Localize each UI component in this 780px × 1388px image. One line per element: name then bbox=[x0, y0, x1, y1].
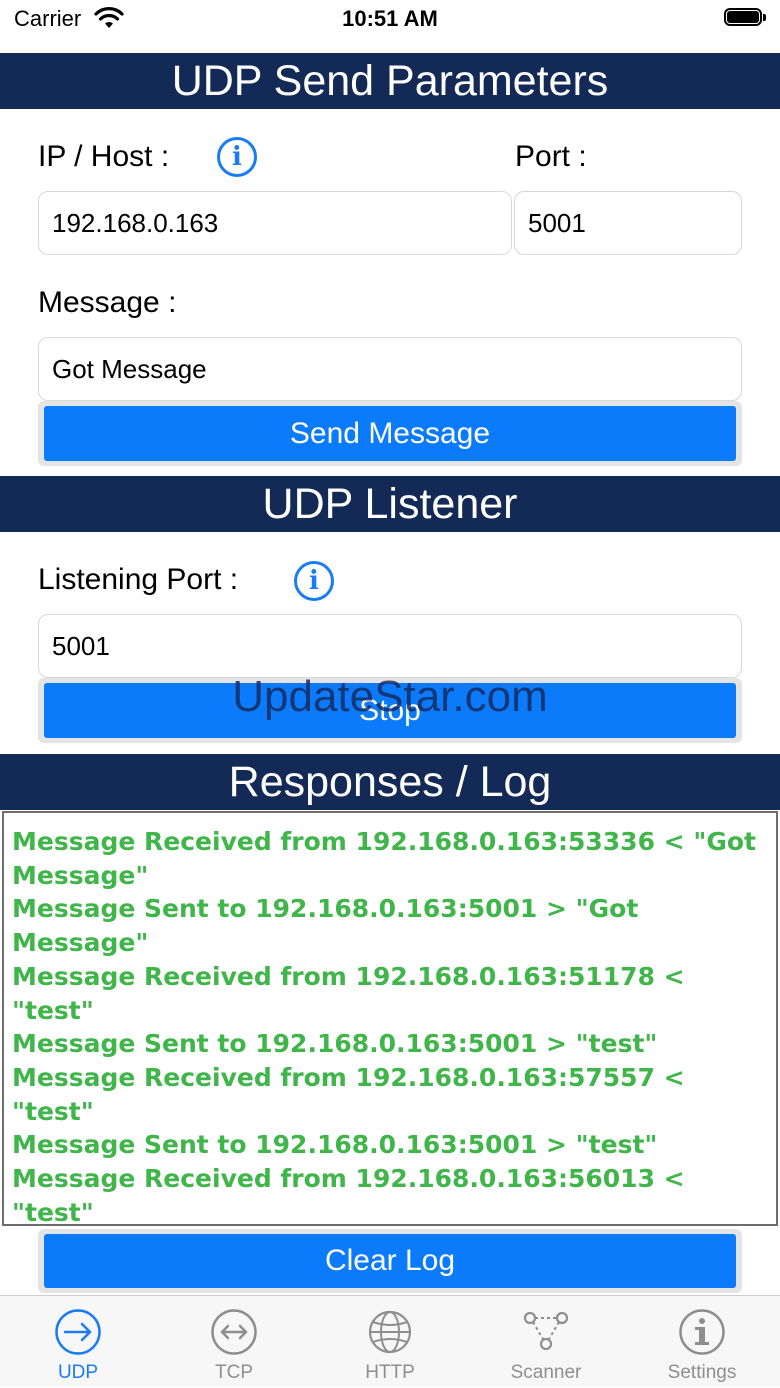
tab-scanner-label: Scanner bbox=[510, 1362, 582, 1383]
tab-udp[interactable]: UDP bbox=[0, 1296, 156, 1388]
clear-log-button-frame: Clear Log bbox=[38, 1229, 742, 1293]
log-section-header: Responses / Log bbox=[0, 754, 780, 810]
log-line-message: Message Sent to 192.168.0.163:5001 > "te… bbox=[12, 1029, 658, 1059]
tab-http-label: HTTP bbox=[365, 1362, 415, 1383]
tab-scanner[interactable]: Scanner bbox=[468, 1296, 624, 1388]
ip-host-label: IP / Host : bbox=[38, 140, 170, 173]
tcp-double-arrow-icon bbox=[210, 1308, 258, 1356]
listening-port-input[interactable]: 5001 bbox=[38, 614, 742, 678]
tab-bar: UDP TCP HTTP Scanner Settings bbox=[0, 1295, 780, 1387]
globe-icon bbox=[366, 1308, 414, 1356]
log-lines: Message Received from 192.168.0.163:5333… bbox=[12, 825, 768, 1226]
tab-settings-label: Settings bbox=[667, 1362, 737, 1383]
log-view[interactable]: Message Received from 192.168.0.163:5333… bbox=[2, 811, 778, 1226]
udp-arrow-icon bbox=[54, 1308, 102, 1356]
port-label: Port : bbox=[515, 140, 587, 173]
stop-button-frame: Stop bbox=[38, 678, 742, 743]
log-line-message: Message Received from 192.168.0.163:5333… bbox=[12, 827, 765, 890]
tab-tcp-label: TCP bbox=[215, 1362, 253, 1383]
send-message-button[interactable]: Send Message bbox=[44, 406, 736, 461]
clear-log-button[interactable]: Clear Log bbox=[44, 1234, 736, 1288]
info-icon bbox=[678, 1308, 726, 1356]
network-nodes-icon bbox=[522, 1308, 570, 1356]
send-message-button-frame: Send Message bbox=[38, 401, 742, 466]
battery-icon bbox=[724, 8, 768, 28]
log-line-message: Message Received from 192.168.0.163:5755… bbox=[12, 1062, 694, 1126]
clock: 10:51 AM bbox=[342, 6, 438, 31]
listener-section-header: UDP Listener bbox=[0, 476, 780, 532]
tab-tcp[interactable]: TCP bbox=[156, 1296, 312, 1388]
listening-port-info-icon[interactable]: i bbox=[294, 561, 334, 601]
send-section-header: UDP Send Parameters bbox=[0, 53, 780, 109]
message-input[interactable]: Got Message bbox=[38, 337, 742, 401]
status-bar: Carrier 10:51 AM bbox=[0, 0, 780, 52]
listening-port-label: Listening Port : bbox=[38, 563, 239, 596]
tab-udp-label: UDP bbox=[57, 1362, 99, 1383]
stop-button[interactable]: Stop bbox=[44, 683, 736, 738]
log-line-message: Message Sent to 192.168.0.163:5001 > "Go… bbox=[12, 894, 648, 958]
log-line-message: Message Received from 192.168.0.163:5601… bbox=[12, 1164, 694, 1226]
tab-http[interactable]: HTTP bbox=[312, 1296, 468, 1388]
tab-settings[interactable]: Settings bbox=[624, 1296, 780, 1388]
log-line-message: Message Sent to 192.168.0.163:5001 > "te… bbox=[12, 1130, 658, 1160]
log-line-message: Message Received from 192.168.0.163:5117… bbox=[12, 961, 694, 1025]
ip-host-input[interactable]: 192.168.0.163 bbox=[38, 191, 512, 255]
ip-info-icon[interactable]: i bbox=[217, 137, 257, 177]
message-label: Message : bbox=[38, 286, 177, 319]
port-input[interactable]: 5001 bbox=[514, 191, 742, 255]
